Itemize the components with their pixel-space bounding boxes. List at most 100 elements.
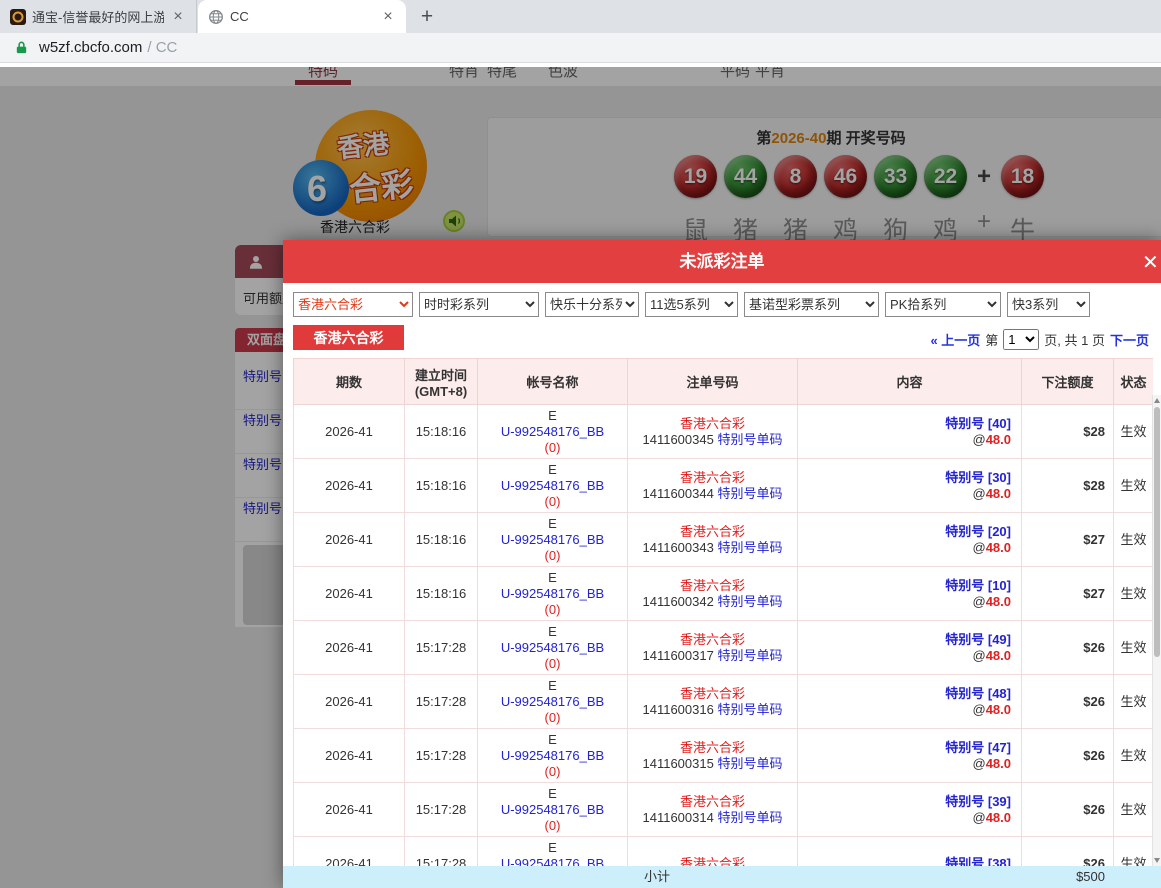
account-name-link[interactable]: U-992548176_BB — [482, 478, 623, 494]
tab-title: 通宝-信誉最好的网上游戏平 — [32, 7, 164, 26]
account-cell: E U-992548176_BB (0) — [478, 405, 628, 459]
account-prefix: E — [482, 678, 623, 694]
series-select[interactable]: 香港六合彩 — [293, 292, 413, 317]
column-header: 状态 — [1114, 359, 1154, 405]
odds-line: @48.0 — [802, 810, 1011, 826]
browser-tab-2-active[interactable]: CC × — [198, 0, 406, 33]
game-name: 香港六合彩 — [632, 794, 793, 810]
ticket-type-link[interactable]: 特别号单码 — [717, 540, 782, 555]
ticket-line: 1411600344 特别号单码 — [632, 486, 793, 502]
ticket-cell: 香港六合彩 1411600315 特别号单码 — [628, 729, 798, 783]
content-cell: 特别号 [49] @48.0 — [798, 621, 1022, 675]
content-cell: 特别号 [47] @48.0 — [798, 729, 1022, 783]
ticket-type-link[interactable]: 特别号单码 — [717, 702, 782, 717]
bet-row: 2026-41 15:18:16 E U-992548176_BB (0) 香港… — [294, 513, 1154, 567]
content-cell: 特别号 [10] @48.0 — [798, 567, 1022, 621]
account-note: (0) — [482, 548, 623, 564]
content-cell: 特别号 [38] — [798, 837, 1022, 867]
ticket-type-link[interactable]: 特别号单码 — [717, 648, 782, 663]
ticket-number: 1411600317 — [643, 648, 714, 663]
table-scrollbar[interactable] — [1152, 395, 1161, 866]
bet-row: 2026-41 15:18:16 E U-992548176_BB (0) 香港… — [294, 405, 1154, 459]
status-cell: 生效 — [1114, 783, 1154, 837]
account-prefix: E — [482, 840, 623, 856]
account-prefix: E — [482, 516, 623, 532]
new-tab-button[interactable]: + — [414, 4, 440, 30]
odds-line: @48.0 — [802, 540, 1011, 556]
ticket-type-link[interactable]: 特别号单码 — [717, 432, 782, 447]
tab-close-icon[interactable]: × — [380, 9, 396, 25]
series-select[interactable]: 快乐十分系列 — [545, 292, 639, 317]
url-path: / CC — [147, 39, 177, 56]
account-name-link[interactable]: U-992548176_BB — [482, 694, 623, 710]
ticket-line: 1411600345 特别号单码 — [632, 432, 793, 448]
bet-content: 特别号 [48] — [802, 686, 1011, 702]
account-name-link[interactable]: U-992548176_BB — [482, 532, 623, 548]
odds-at: @ — [972, 540, 985, 555]
bet-content: 特别号 [20] — [802, 524, 1011, 540]
ticket-number: 1411600316 — [643, 702, 714, 717]
ticket-type-link[interactable]: 特别号单码 — [717, 594, 782, 609]
account-name-link[interactable]: U-992548176_BB — [482, 424, 623, 440]
ticket-type-link[interactable]: 特别号单码 — [717, 486, 782, 501]
tab-title: CC — [230, 9, 374, 24]
scrollbar-down-arrow-icon[interactable] — [1154, 858, 1160, 863]
game-name: 香港六合彩 — [632, 524, 793, 540]
period-cell: 2026-41 — [294, 621, 405, 675]
account-cell: E U-992548176_BB (0) — [478, 459, 628, 513]
amount-cell: $27 — [1022, 513, 1114, 567]
next-page-link[interactable]: 下一页 — [1110, 330, 1149, 349]
ticket-cell: 香港六合彩 1411600342 特别号单码 — [628, 567, 798, 621]
ticket-type-link[interactable]: 特别号单码 — [717, 756, 782, 771]
scrollbar-thumb[interactable] — [1154, 407, 1160, 657]
series-select[interactable]: 快3系列 — [1007, 292, 1090, 317]
game-name: 香港六合彩 — [632, 686, 793, 702]
time-cell: 15:18:16 — [405, 567, 478, 621]
account-name-link[interactable]: U-992548176_BB — [482, 640, 623, 656]
modal-header: 未派彩注单 ✕ — [283, 240, 1161, 283]
period-cell: 2026-41 — [294, 567, 405, 621]
odds-at: @ — [972, 756, 985, 771]
status-cell: 生效 — [1114, 567, 1154, 621]
series-select[interactable]: 时时彩系列 — [419, 292, 539, 317]
account-name-link[interactable]: U-992548176_BB — [482, 802, 623, 818]
account-name-link[interactable]: U-992548176_BB — [482, 586, 623, 602]
time-cell: 15:17:28 — [405, 675, 478, 729]
tab-close-icon[interactable]: × — [170, 9, 186, 25]
time-cell: 15:18:16 — [405, 513, 478, 567]
odds-at: @ — [972, 594, 985, 609]
account-note: (0) — [482, 440, 623, 456]
unsettled-bets-modal: 未派彩注单 ✕ 香港六合彩时时彩系列快乐十分系列11选5系列基诺型彩票系列PK拾… — [283, 240, 1161, 888]
amount-cell: $28 — [1022, 459, 1114, 513]
table-header-row: 期数建立时间(GMT+8)帐号名称注单号码内容下注额度状态 — [294, 359, 1154, 405]
series-select[interactable]: 基诺型彩票系列 — [744, 292, 879, 317]
page-select[interactable]: 1 — [1003, 329, 1039, 350]
account-name-link[interactable]: U-992548176_BB — [482, 748, 623, 764]
bet-row: 2026-41 15:17:28 E U-992548176_BB (0) 香港… — [294, 675, 1154, 729]
browser-tab-bar: 通宝-信誉最好的网上游戏平 × CC × + — [0, 0, 1161, 33]
ticket-line: 1411600314 特别号单码 — [632, 810, 793, 826]
pagination: « 上一页 第 1 页, 共 1 页 下一页 — [930, 329, 1149, 350]
period-cell: 2026-41 — [294, 513, 405, 567]
ticket-number: 1411600343 — [643, 540, 714, 555]
series-select[interactable]: PK拾系列 — [885, 292, 1001, 317]
status-cell: 生效 — [1114, 459, 1154, 513]
address-bar[interactable]: w5zf.cbcfo.com / CC — [0, 33, 1161, 63]
account-name-link[interactable]: U-992548176_BB — [482, 856, 623, 867]
ticket-line: 1411600317 特别号单码 — [632, 648, 793, 664]
period-cell: 2026-41 — [294, 729, 405, 783]
close-icon[interactable]: ✕ — [1142, 250, 1161, 275]
account-cell: E U-992548176_BB (0) — [478, 837, 628, 867]
ticket-type-link[interactable]: 特别号单码 — [717, 810, 782, 825]
time-cell: 15:18:16 — [405, 459, 478, 513]
series-select[interactable]: 11选5系列 — [645, 292, 738, 317]
ticket-number: 1411600345 — [643, 432, 714, 447]
odds-value: 48.0 — [986, 756, 1011, 771]
scrollbar-up-arrow-icon[interactable] — [1154, 398, 1160, 403]
ticket-cell: 香港六合彩 1411600314 特别号单码 — [628, 783, 798, 837]
browser-tab-1[interactable]: 通宝-信誉最好的网上游戏平 × — [0, 0, 197, 33]
prev-page-link[interactable]: « 上一页 — [930, 330, 980, 349]
active-game-button[interactable]: 香港六合彩 — [293, 325, 404, 350]
ticket-cell: 香港六合彩 1411600345 特别号单码 — [628, 405, 798, 459]
ticket-cell: 香港六合彩 1411600317 特别号单码 — [628, 621, 798, 675]
